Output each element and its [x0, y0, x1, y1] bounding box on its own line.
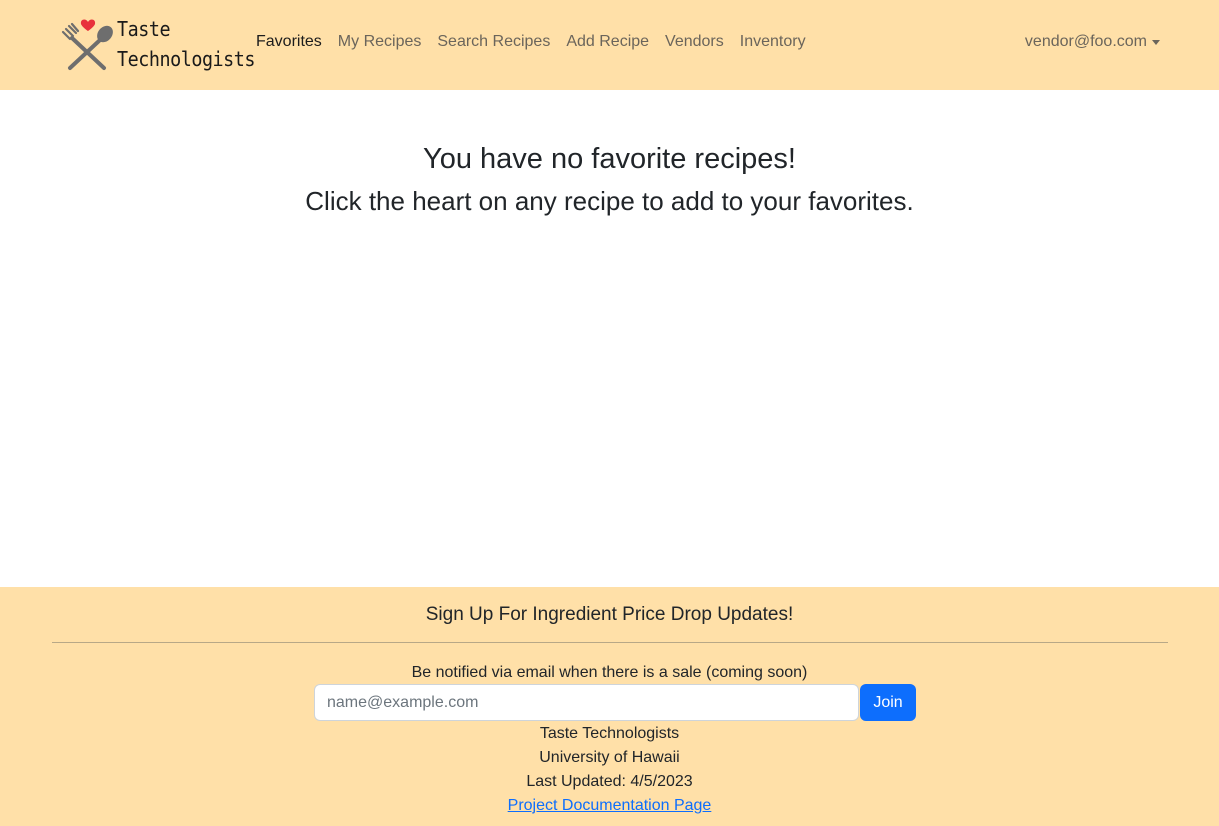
footer-divider: [52, 642, 1168, 643]
brand-line-2: Technologists: [117, 47, 256, 71]
user-email: vendor@foo.com: [1024, 33, 1147, 50]
footer-last-updated: Last Updated: 4/5/2023: [526, 773, 693, 790]
brand-line-1: Taste: [117, 17, 171, 41]
main-content: You have no favorite recipes! Click the …: [0, 90, 1219, 587]
brand-name: Taste Technologists: [117, 14, 256, 74]
footer-heading: Sign Up For Ingredient Price Drop Update…: [425, 604, 794, 625]
nav-item-add-recipe[interactable]: Add Recipe: [558, 30, 657, 54]
page-title: You have no favorite recipes!: [423, 143, 796, 175]
nav-links: Favorites My Recipes Search Recipes Add …: [248, 30, 814, 54]
caret-down-icon: [1152, 39, 1160, 45]
email-field[interactable]: [314, 684, 859, 721]
user-dropdown[interactable]: vendor@foo.com: [1025, 30, 1160, 54]
footer-university: University of Hawaii: [539, 749, 680, 766]
nav-item-search-recipes[interactable]: Search Recipes: [429, 30, 558, 54]
fork-spoon-heart-icon: [61, 19, 113, 70]
nav-item-favorites[interactable]: Favorites: [248, 30, 330, 54]
nav-item-inventory[interactable]: Inventory: [732, 30, 814, 54]
footer-note: Be notified via email when there is a sa…: [411, 664, 808, 681]
nav-item-vendors[interactable]: Vendors: [657, 30, 732, 54]
page-subtitle: Click the heart on any recipe to add to …: [305, 186, 914, 216]
footer-doc-line: Project Documentation Page: [0, 795, 1219, 817]
brand-logo-link[interactable]: Taste Technologists: [60, 14, 256, 76]
footer: Sign Up For Ingredient Price Drop Update…: [0, 587, 1219, 826]
project-documentation-link[interactable]: Project Documentation Page: [508, 797, 712, 814]
join-button[interactable]: Join: [860, 684, 916, 721]
footer-org: Taste Technologists: [539, 725, 680, 742]
navbar: Taste Technologists Favorites My Recipes…: [0, 0, 1219, 90]
nav-item-my-recipes[interactable]: My Recipes: [330, 30, 430, 54]
